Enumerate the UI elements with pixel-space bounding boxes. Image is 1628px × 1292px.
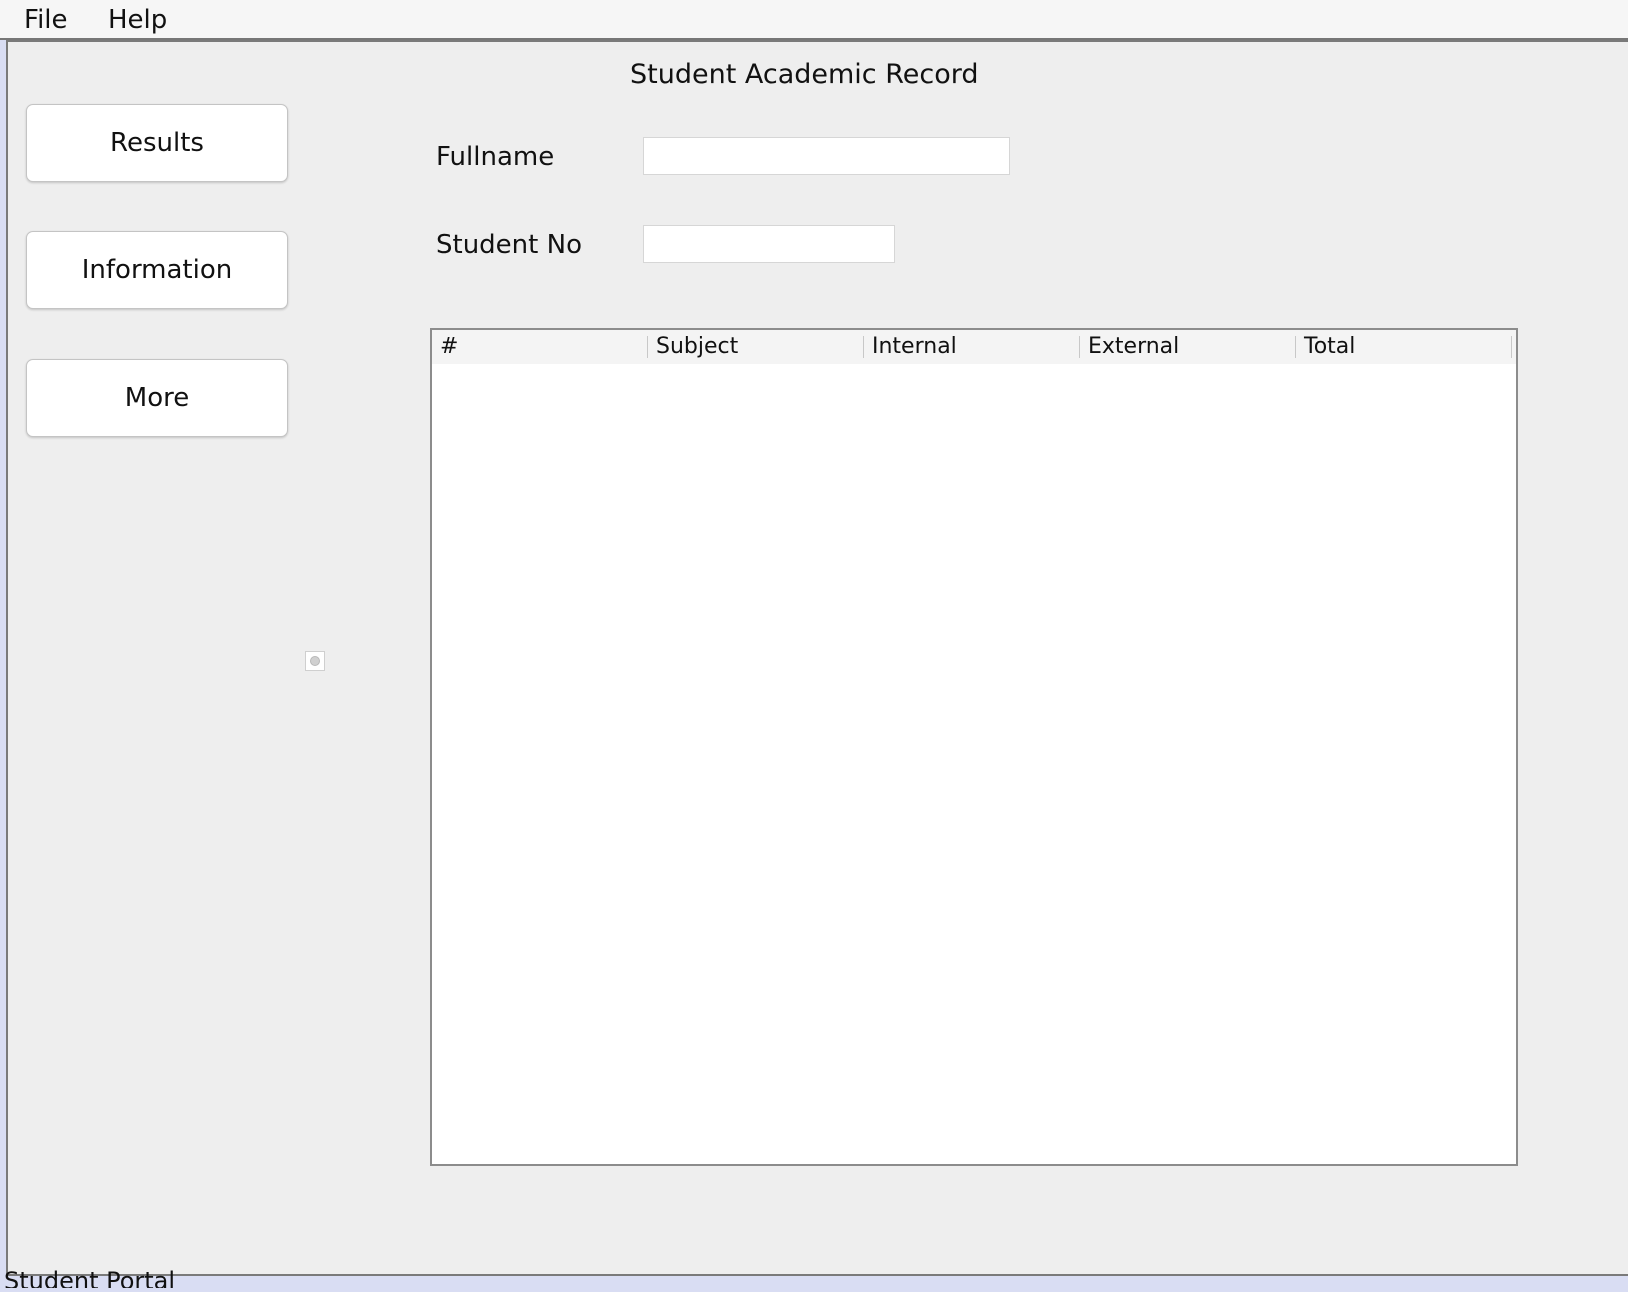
fullname-field[interactable] (643, 137, 1010, 175)
radio-button[interactable] (305, 651, 325, 671)
student-no-field[interactable] (643, 225, 895, 263)
table-body[interactable] (432, 364, 1516, 1164)
results-table[interactable]: # Subject Internal External Total (430, 328, 1518, 1166)
menu-file[interactable]: File (24, 3, 68, 37)
column-header-total[interactable]: Total (1296, 330, 1512, 364)
column-header-subject[interactable]: Subject (648, 330, 864, 364)
table-header: # Subject Internal External Total (432, 330, 1516, 364)
page-title: Student Academic Record (630, 59, 979, 90)
more-button[interactable]: More (26, 359, 288, 437)
fullname-label: Fullname (436, 142, 555, 172)
menu-help[interactable]: Help (108, 3, 167, 37)
menu-bar: File Help (0, 0, 1628, 40)
column-header-internal[interactable]: Internal (864, 330, 1080, 364)
student-no-label: Student No (436, 230, 582, 260)
results-button[interactable]: Results (26, 104, 288, 182)
information-button[interactable]: Information (26, 231, 288, 309)
status-text: Student Portal (4, 1267, 176, 1288)
column-header-external[interactable]: External (1080, 330, 1296, 364)
column-header-number[interactable]: # (432, 330, 648, 364)
